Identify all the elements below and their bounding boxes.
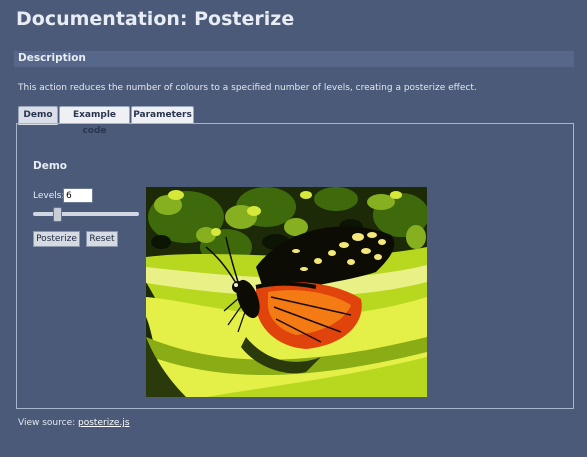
page-title: Documentation: Posterize [16,8,295,30]
description-text: This action reduces the number of colour… [18,83,477,93]
view-source-label: View source: [18,418,76,428]
posterized-butterfly-image [146,187,427,397]
tab-example-code[interactable]: Example code [59,106,130,136]
posterize-button[interactable]: Posterize [33,231,80,247]
slider-thumb[interactable] [53,207,63,222]
demo-heading: Demo [33,160,67,172]
section-title: Description [18,52,86,64]
levels-slider[interactable] [33,207,139,222]
reset-button[interactable]: Reset [86,231,118,247]
levels-input[interactable] [63,188,93,203]
description-section-bar: Description [14,51,574,67]
view-source-line: View source: posterize.js [18,418,130,428]
demo-panel: Demo Levels: Posterize Reset [16,123,574,409]
tab-parameters[interactable]: Parameters [131,106,194,124]
view-source-link[interactable]: posterize.js [78,418,130,428]
levels-label: Levels: [33,191,65,201]
